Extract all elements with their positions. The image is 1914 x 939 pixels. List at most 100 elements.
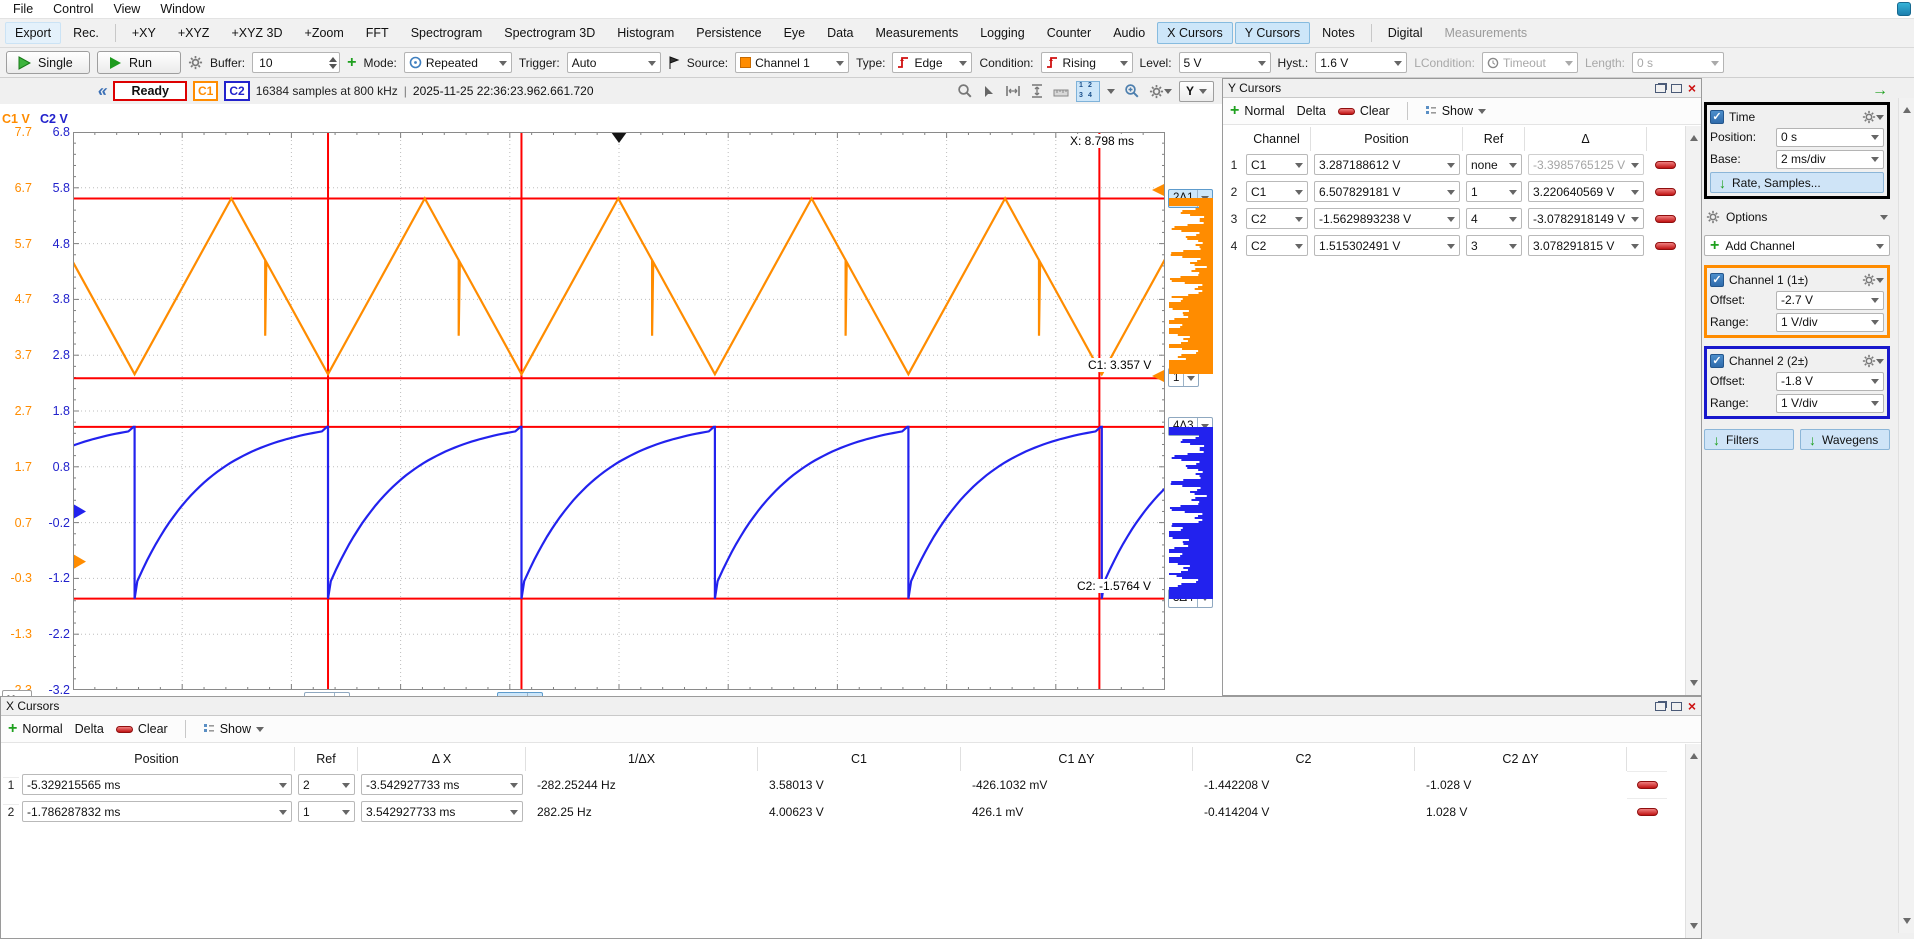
y-cursor-channel-dropdown[interactable]: C1 [1246,154,1308,175]
menu-file[interactable]: File [4,1,42,17]
maximize-icon[interactable] [1671,84,1682,93]
scope-plot[interactable] [73,132,1165,690]
view-tab-measurements[interactable]: Measurements [1435,22,1538,44]
single-button[interactable]: Single [6,51,90,74]
y-cursor-ref-dropdown[interactable]: 3 [1466,235,1522,256]
view-tab-spectrogram[interactable]: Spectrogram [401,22,493,44]
clear-cursors-button[interactable]: Clear [116,722,168,736]
channel1-badge[interactable]: C1 [193,81,218,101]
channel1-range-dropdown[interactable]: 1 V/div [1776,313,1884,332]
fit-horizontal-button[interactable] [1003,81,1023,101]
fit-vertical-button[interactable] [1028,81,1046,101]
rate-samples-button[interactable]: ↓Rate, Samples... [1710,172,1884,193]
spin-arrows-icon[interactable] [323,53,337,73]
view-tab-eye[interactable]: Eye [774,22,816,44]
channel2-checkbox[interactable]: ✓ [1710,354,1724,368]
hyst-dropdown[interactable]: 1.6 V [1315,52,1407,73]
expand-panel-icon[interactable]: → [1872,82,1888,100]
run-button[interactable]: Run [97,51,181,74]
sidebar-scrollbar[interactable] [1898,98,1914,933]
gear-icon[interactable] [1862,110,1876,124]
maximize-icon[interactable] [1671,702,1682,711]
y-cursor-delete-button[interactable] [1647,158,1683,172]
lcondition-dropdown[interactable]: Timeout [1482,52,1578,73]
scroll-up-icon[interactable] [1690,131,1698,141]
y-cursor-handle-icon[interactable] [1152,370,1164,382]
mode-dropdown[interactable]: Repeated [404,52,512,73]
view-tab--zoom[interactable]: +Zoom [295,22,354,44]
trigger-time-marker[interactable] [611,132,627,143]
scroll-up-icon[interactable] [1903,103,1911,113]
filters-button[interactable]: ↓Filters [1704,429,1794,450]
zoom-out-button[interactable] [955,81,975,101]
scroll-down-icon[interactable] [1690,923,1698,933]
level-dropdown[interactable]: 5 V [1179,52,1271,73]
view-tab-histogram[interactable]: Histogram [607,22,684,44]
app-window-icon[interactable] [1897,2,1911,16]
y-cursor-position-dropdown[interactable]: -1.5629893238 V [1314,208,1460,229]
y-cursor-handle-icon[interactable] [1152,184,1164,196]
view-tab-notes[interactable]: Notes [1312,22,1365,44]
menu-view[interactable]: View [104,1,149,17]
zoom-in-button[interactable] [1122,81,1142,101]
view-tab-persistence[interactable]: Persistence [686,22,771,44]
y-cursor-delete-button[interactable] [1647,185,1683,199]
close-icon[interactable]: × [1688,83,1696,93]
view-tab--xyz[interactable]: +XYZ [168,22,220,44]
y-cursor-delta-dropdown[interactable]: -3.3985765125 V [1528,154,1644,175]
x-cursor-dx-dropdown[interactable]: -3.542927733 ms [361,774,523,795]
view-tab-logging[interactable]: Logging [970,22,1035,44]
source-dropdown[interactable]: Channel 1 [735,52,849,73]
measure-button[interactable] [1051,81,1071,101]
gear-icon[interactable] [1862,354,1876,368]
time-position-dropdown[interactable]: 0 s [1776,128,1884,147]
y-cursor-position-dropdown[interactable]: 1.515302491 V [1314,235,1460,256]
view-tab-y-cursors[interactable]: Y Cursors [1235,22,1310,44]
x-cursor-dx-dropdown[interactable]: 3.542927733 ms [361,801,523,822]
view-tab-digital[interactable]: Digital [1378,22,1433,44]
view-tab-spectrogram-3d[interactable]: Spectrogram 3D [494,22,605,44]
show-columns-button[interactable]: Show [203,722,264,736]
float-window-icon[interactable] [1655,84,1666,93]
x-panel-scrollbar[interactable] [1685,744,1701,938]
scroll-down-icon[interactable] [1903,918,1911,928]
view-options-dropdown[interactable] [1105,81,1117,101]
time-base-dropdown[interactable]: 2 ms/div [1776,150,1884,169]
show-columns-button[interactable]: Show [1425,104,1486,118]
channel2-range-dropdown[interactable]: 1 V/div [1776,394,1884,413]
view-tab-audio[interactable]: Audio [1103,22,1155,44]
y-cursor-ref-dropdown[interactable]: none [1466,154,1522,175]
add-normal-cursor-button[interactable]: +Normal [8,722,63,736]
channel1-offset-dropdown[interactable]: -2.7 V [1776,291,1884,310]
history-back-icon[interactable]: « [97,84,109,98]
view-tab-x-cursors[interactable]: X Cursors [1157,22,1233,44]
channel2-offset-dropdown[interactable]: -1.8 V [1776,372,1884,391]
y-cursors-titlebar[interactable]: Y Cursors × [1223,79,1701,98]
y-cursor-position-dropdown[interactable]: 3.287188612 V [1314,154,1460,175]
scroll-down-icon[interactable] [1690,680,1698,690]
y-cursor-ref-dropdown[interactable]: 1 [1466,181,1522,202]
add-channel-dropdown[interactable]: + Add Channel [1704,235,1890,256]
close-icon[interactable]: × [1688,701,1696,711]
float-window-icon[interactable] [1655,702,1666,711]
y-cursor-position-dropdown[interactable]: 6.507829181 V [1314,181,1460,202]
menu-control[interactable]: Control [44,1,102,17]
plot-settings-button[interactable] [1147,81,1174,101]
view-tab-measurements[interactable]: Measurements [866,22,969,44]
scroll-up-icon[interactable] [1690,749,1698,759]
type-dropdown[interactable]: Edge [892,52,972,73]
y-cursor-delta-dropdown[interactable]: -3.0782918149 V [1528,208,1644,229]
pointer-mode-button[interactable] [980,81,998,101]
y-cursor-channel-dropdown[interactable]: C1 [1246,181,1308,202]
view-tab--xy[interactable]: +XY [122,22,166,44]
gear-icon[interactable] [1862,273,1876,287]
y-cursor-channel-dropdown[interactable]: C2 [1246,235,1308,256]
view-tab-data[interactable]: Data [817,22,863,44]
x-cursor-ref-dropdown[interactable]: 1 [298,801,355,822]
view-tab--xyz-3d[interactable]: +XYZ 3D [221,22,292,44]
options-button[interactable]: Options [1706,207,1888,226]
y-cursor-ref-dropdown[interactable]: 4 [1466,208,1522,229]
x-cursor-position-dropdown[interactable]: -5.329215565 ms [22,774,292,795]
y-cursor-channel-dropdown[interactable]: C2 [1246,208,1308,229]
trigger-dropdown[interactable]: Auto [567,52,661,73]
